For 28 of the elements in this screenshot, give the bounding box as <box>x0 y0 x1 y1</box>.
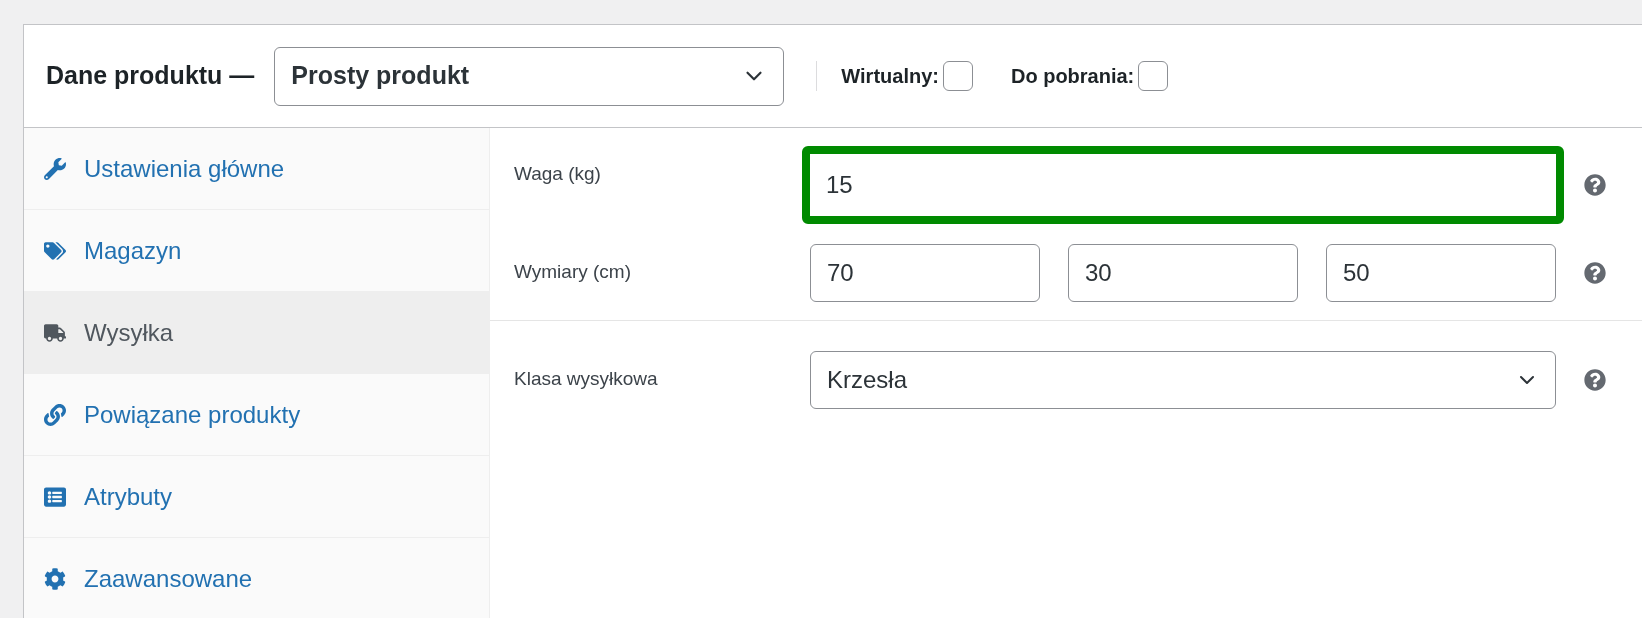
sidebar-item[interactable]: Ustawienia główne <box>24 128 489 210</box>
tag-icon <box>44 239 66 262</box>
option-checkbox[interactable] <box>1138 61 1169 91</box>
sidebar-item[interactable]: Wysyłka <box>24 292 489 374</box>
option-checkbox[interactable] <box>942 61 973 91</box>
dimension-field[interactable]: 30 <box>1068 244 1298 302</box>
product-type-select[interactable]: Prosty produkt <box>274 46 785 106</box>
link-icon <box>44 403 66 426</box>
list-icon <box>44 485 66 508</box>
sidebar-item[interactable]: Powiązane produkty <box>24 374 489 456</box>
dimension-field[interactable]: 70 <box>810 244 1040 302</box>
weight-field[interactable]: 15 <box>802 146 1564 224</box>
field-label: Klasa wysyłkowa <box>514 367 659 391</box>
option-label: Wirtualny: <box>841 64 939 89</box>
option-label: Do pobrania: <box>1010 64 1135 89</box>
help-icon[interactable] <box>1584 369 1606 391</box>
wrench-icon <box>44 157 66 180</box>
gear-icon <box>44 567 66 590</box>
dimension-field[interactable]: 50 <box>1326 244 1556 302</box>
shipping-class-select[interactable]: Krzesła <box>810 351 1556 409</box>
truck-icon <box>44 321 66 344</box>
field-label: Waga (kg) <box>514 162 602 186</box>
panel-title: Dane produktu — <box>46 60 255 92</box>
sidebar-item[interactable]: Atrybuty <box>24 456 489 538</box>
sidebar-item[interactable]: Zaawansowane <box>24 538 489 618</box>
field-label: Wymiary (cm) <box>514 260 632 284</box>
help-icon[interactable] <box>1584 262 1606 284</box>
help-icon[interactable] <box>1584 174 1606 196</box>
